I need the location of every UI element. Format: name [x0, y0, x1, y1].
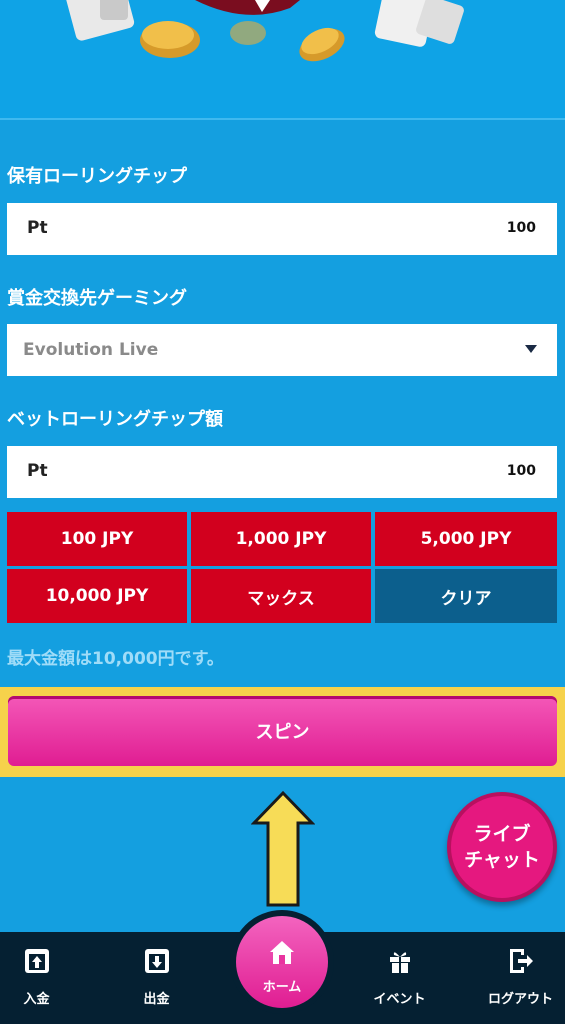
- nav-event-label: イベント: [373, 992, 426, 1007]
- spin-highlight: スピン: [0, 687, 565, 777]
- game-select-dropdown[interactable]: Evolution Live: [7, 324, 557, 376]
- amount-100-button[interactable]: 100 JPY: [7, 512, 187, 566]
- amount-10000-button[interactable]: 10,000 JPY: [7, 569, 187, 623]
- nav-home-label: ホーム: [262, 980, 302, 995]
- deposit-icon: [24, 949, 49, 973]
- rolling-chip-value: 100: [506, 220, 536, 236]
- amount-button-grid: 100 JPY 1,000 JPY 5,000 JPY 10,000 JPY マ…: [7, 512, 557, 624]
- rolling-chip-unit: Pt: [27, 218, 48, 238]
- game-select-value: Evolution Live: [23, 340, 159, 360]
- amount-1000-button[interactable]: 1,000 JPY: [191, 512, 371, 566]
- logout-icon: [509, 949, 533, 973]
- live-chat-line1: ライブ: [473, 823, 531, 845]
- game-select-label: 賞金交換先ゲーミング: [7, 288, 187, 309]
- coins-illustration: [64, 0, 464, 62]
- nav-withdraw-label: 出金: [143, 992, 170, 1007]
- hero-banner: [0, 0, 565, 118]
- bet-chip-unit: Pt: [27, 461, 48, 481]
- spin-button[interactable]: スピン: [8, 696, 557, 766]
- max-amount-note: 最大金額は10,000円です。: [7, 649, 224, 669]
- nav-deposit-label: 入金: [23, 992, 50, 1007]
- nav-logout[interactable]: ログアウト: [464, 932, 565, 1024]
- bet-chip-input[interactable]: Pt 100: [7, 446, 557, 498]
- clear-button[interactable]: クリア: [375, 569, 557, 623]
- nav-event[interactable]: イベント: [343, 932, 456, 1024]
- rolling-chip-label: 保有ローリングチップ: [7, 166, 187, 187]
- bet-chip-label: ベットローリングチップ額: [7, 409, 223, 430]
- chevron-down-icon: [525, 345, 537, 353]
- live-chat-line2: チャット: [464, 849, 540, 871]
- bet-chip-value: 100: [506, 463, 536, 479]
- nav-home[interactable]: ホーム: [236, 916, 328, 1008]
- nav-deposit[interactable]: 入金: [0, 932, 93, 1024]
- rolling-chip-field: Pt 100: [7, 203, 557, 255]
- divider: [0, 118, 565, 120]
- withdraw-icon: [144, 949, 169, 973]
- up-arrow-icon: [251, 790, 315, 907]
- gift-icon: [389, 952, 410, 973]
- max-button[interactable]: マックス: [191, 569, 371, 623]
- home-icon: [270, 941, 294, 964]
- nav-withdraw[interactable]: 出金: [100, 932, 213, 1024]
- live-chat-button[interactable]: ライブ チャット: [447, 792, 557, 902]
- nav-logout-label: ログアウト: [487, 992, 553, 1007]
- amount-5000-button[interactable]: 5,000 JPY: [375, 512, 557, 566]
